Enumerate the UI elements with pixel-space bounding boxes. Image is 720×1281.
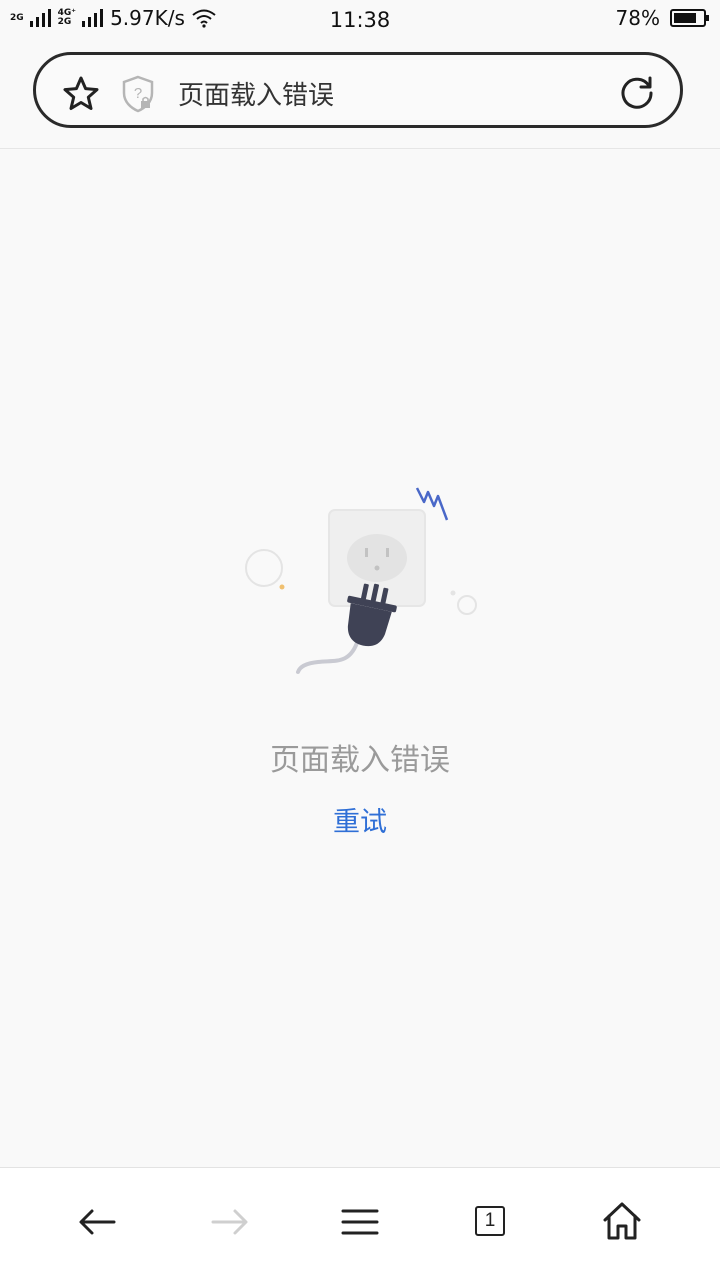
- address-title[interactable]: 页面载入错误: [178, 75, 334, 112]
- reload-icon[interactable]: [618, 74, 656, 112]
- home-icon[interactable]: [598, 1198, 646, 1246]
- decor-circle-left: [245, 549, 283, 587]
- shield-question-icon[interactable]: ?: [120, 75, 156, 113]
- clock: 11:38: [329, 8, 391, 32]
- status-bar: 2G 4G⁺ 2G 5.97K/s 11:38 78%: [0, 0, 720, 40]
- address-bar[interactable]: ? 页面载入错误: [33, 52, 683, 128]
- decor-dot-grey: [450, 590, 456, 596]
- svg-text:?: ?: [134, 85, 142, 102]
- browser-toolbar: ? 页面载入错误: [0, 40, 720, 149]
- tabs-icon[interactable]: 1: [475, 1206, 505, 1236]
- unplugged-illustration: [245, 487, 477, 674]
- decor-dot-yellow: [279, 584, 285, 590]
- back-arrow-icon[interactable]: [74, 1198, 122, 1246]
- star-icon[interactable]: [62, 75, 100, 113]
- tab-count: 1: [484, 1210, 496, 1231]
- outlet-face: [347, 534, 407, 582]
- menu-icon[interactable]: [336, 1198, 384, 1246]
- battery-icon: [670, 9, 709, 27]
- decor-circle-right: [457, 595, 477, 615]
- forward-arrow-icon[interactable]: [205, 1198, 253, 1246]
- bottom-navigation: 1: [0, 1167, 720, 1281]
- status-right: 78%: [616, 6, 710, 30]
- tabs-button[interactable]: 1: [467, 1198, 515, 1246]
- cable: [296, 638, 360, 674]
- battery-percent: 78%: [615, 6, 660, 30]
- retry-button[interactable]: 重试: [0, 800, 720, 839]
- error-message: 页面载入错误: [270, 743, 450, 778]
